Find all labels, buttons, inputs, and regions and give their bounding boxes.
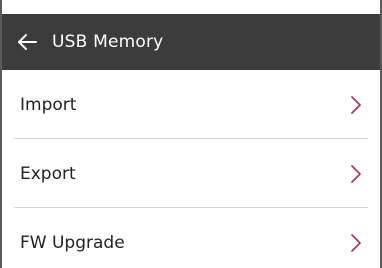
menu-item-label: Import	[20, 94, 77, 115]
screen-frame: USB Memory Import Export FW Upgrade	[0, 0, 382, 268]
chevron-right-icon	[350, 164, 362, 184]
menu-item-import[interactable]: Import	[2, 70, 380, 139]
header-bar: USB Memory	[2, 14, 380, 70]
menu-item-export[interactable]: Export	[2, 139, 380, 208]
chevron-right-icon	[350, 95, 362, 115]
menu-item-fw-upgrade[interactable]: FW Upgrade	[2, 208, 380, 268]
arrow-left-icon	[17, 33, 37, 51]
menu-item-label: FW Upgrade	[20, 232, 125, 253]
back-button[interactable]	[2, 14, 52, 70]
menu-item-label: Export	[20, 163, 76, 184]
chevron-right-icon	[350, 233, 362, 253]
menu-list: Import Export FW Upgrade	[2, 70, 380, 268]
page-title: USB Memory	[52, 32, 164, 52]
